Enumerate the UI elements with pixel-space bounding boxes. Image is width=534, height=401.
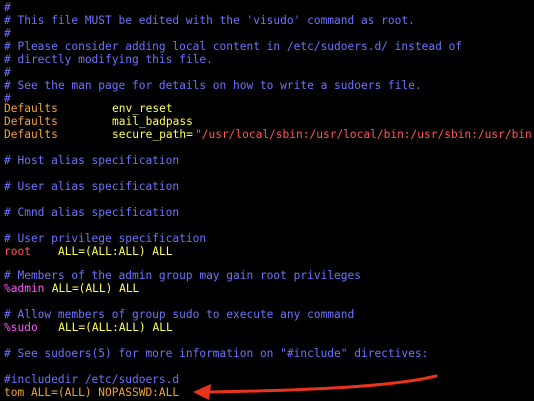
comment-line: # Allow members of group sudo to execute… — [4, 308, 355, 321]
defaults-value: mail_badpass — [112, 115, 193, 128]
root-user: root — [4, 245, 31, 258]
comment-line: # — [4, 1, 11, 14]
defaults-keyword: Defaults — [4, 115, 58, 128]
comment-line: # See the man page for details on how to… — [4, 79, 422, 92]
defaults-value: secure_path= — [112, 128, 193, 141]
includedir-line: #includedir /etc/sudoers.d — [4, 373, 180, 386]
comment-line: # — [4, 66, 11, 79]
admin-rule: ALL=(ALL) ALL — [45, 282, 140, 295]
tom-nopasswd-rule: tom ALL=(ALL) NOPASSWD:ALL — [4, 386, 180, 399]
admin-group: %admin — [4, 282, 45, 295]
defaults-value: env_reset — [112, 102, 173, 115]
comment-line: # Host alias specification — [4, 154, 180, 167]
root-rule: ALL=(ALL:ALL) ALL — [58, 245, 173, 258]
comment-line: # See sudoers(5) for more information on… — [4, 347, 429, 360]
secure-path-string: "/usr/local/sbin:/usr/local/bin:/usr/sbi… — [195, 128, 534, 141]
comment-line: # Please consider adding local content i… — [4, 40, 463, 53]
comment-line: # User alias specification — [4, 180, 180, 193]
defaults-keyword: Defaults — [4, 102, 58, 115]
defaults-keyword: Defaults — [4, 128, 58, 141]
comment-line: # — [4, 27, 11, 40]
sudo-rule: ALL=(ALL:ALL) ALL — [38, 321, 173, 334]
terminal-window[interactable]: # # This file MUST be edited with the 'v… — [0, 0, 534, 401]
comment-line: # Members of the admin group may gain ro… — [4, 269, 361, 282]
comment-line: # This file MUST be edited with the 'vis… — [4, 14, 415, 27]
comment-line: # directly modifying this file. — [4, 53, 213, 66]
sudo-group: %sudo — [4, 321, 38, 334]
comment-line: # Cmnd alias specification — [4, 206, 180, 219]
comment-line: # User privilege specification — [4, 232, 207, 245]
